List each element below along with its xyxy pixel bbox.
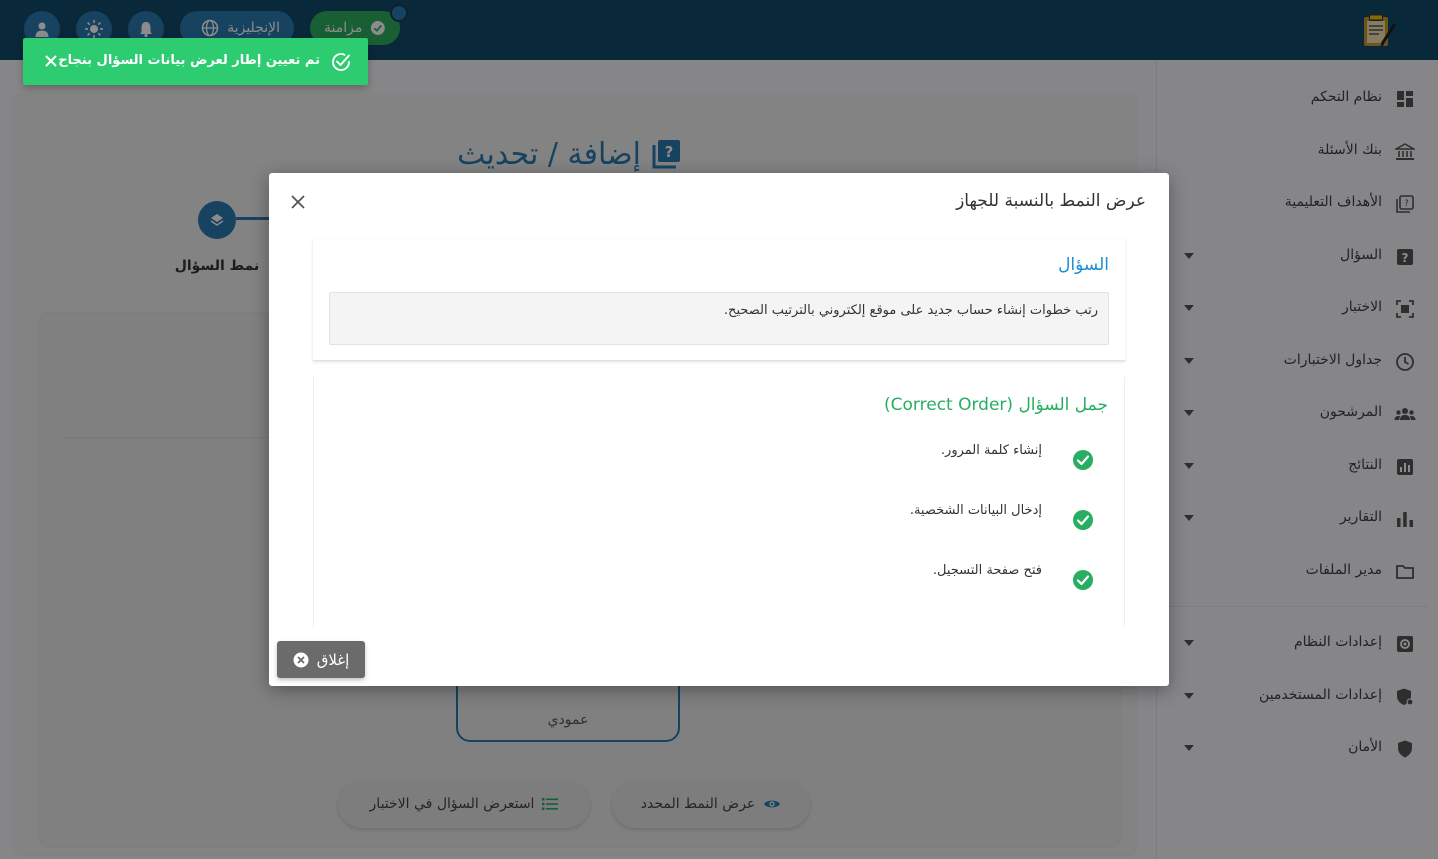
sentences-heading: جمل السؤال (Correct Order) bbox=[884, 395, 1108, 415]
question-text-box: رتب خطوات إنشاء حساب جديد على موقع إلكتر… bbox=[329, 292, 1109, 345]
close-circle-icon bbox=[293, 652, 309, 667]
sentence-text: إنشاء كلمة المرور. bbox=[940, 443, 1042, 458]
question-card: السؤال رتب خطوات إنشاء حساب جديد على موق… bbox=[313, 239, 1125, 361]
toast-message: تم تعيين إطار لعرض بيانات السؤال بنجاح bbox=[58, 53, 320, 68]
close-modal-button[interactable]: إغلاق bbox=[277, 641, 365, 678]
check-circle-icon bbox=[332, 53, 350, 71]
style-preview-modal: عرض النمط بالنسبة للجهاز السؤال رتب خطوا… bbox=[269, 173, 1169, 686]
modal-title: عرض النمط بالنسبة للجهاز bbox=[956, 191, 1146, 211]
list-item: فتح صفحة التسجيل. bbox=[594, 563, 1094, 593]
list-item: إدخال البيانات الشخصية. bbox=[594, 503, 1094, 533]
success-toast: تم تعيين إطار لعرض بيانات السؤال بنجاح bbox=[23, 38, 368, 85]
question-heading: السؤال bbox=[1058, 255, 1109, 275]
check-circle-icon bbox=[1073, 510, 1093, 530]
sentence-text: إدخال البيانات الشخصية. bbox=[909, 503, 1042, 518]
close-button-label: إغلاق bbox=[316, 650, 350, 669]
list-item: إنشاء كلمة المرور. bbox=[594, 443, 1094, 473]
close-icon[interactable] bbox=[287, 191, 309, 213]
check-circle-icon bbox=[1073, 450, 1093, 470]
question-text: رتب خطوات إنشاء حساب جديد على موقع إلكتر… bbox=[723, 303, 1098, 318]
check-circle-icon bbox=[1073, 570, 1093, 590]
sentence-text: فتح صفحة التسجيل. bbox=[932, 563, 1042, 578]
toast-close-icon[interactable] bbox=[41, 51, 61, 71]
sentences-card: جمل السؤال (Correct Order) إنشاء كلمة ال… bbox=[313, 377, 1125, 627]
